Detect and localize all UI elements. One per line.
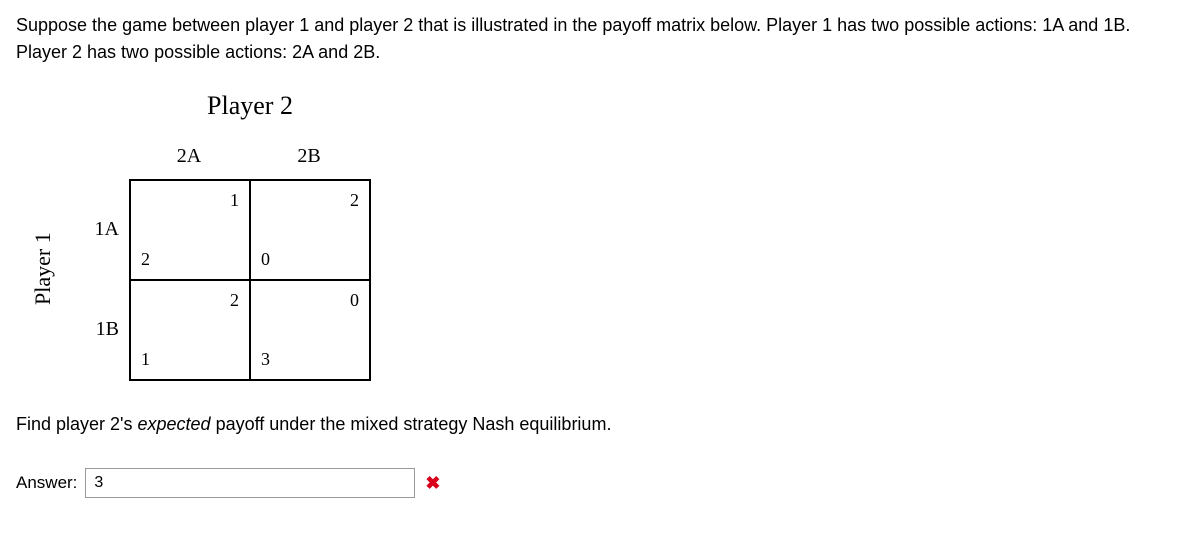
p1-payoff: 0 xyxy=(261,246,270,273)
p1-payoff: 1 xyxy=(141,346,150,373)
payoff-grid: 1 2 2 0 2 1 0 3 xyxy=(129,179,371,381)
p2-payoff: 0 xyxy=(350,287,359,314)
cell-1a-2a: 1 2 xyxy=(130,180,250,280)
cell-1b-2a: 2 1 xyxy=(130,280,250,380)
player2-axis-label: Player 2 xyxy=(69,86,371,125)
col-header-2b: 2B xyxy=(249,133,369,179)
answer-row: Answer: ✖ xyxy=(16,468,1184,498)
col-header-2a: 2A xyxy=(129,133,249,179)
cell-1a-2b: 2 0 xyxy=(250,180,370,280)
player1-axis-label: Player 1 xyxy=(26,169,59,369)
answer-input[interactable] xyxy=(85,468,415,498)
p1-payoff: 2 xyxy=(141,246,150,273)
answer-label: Answer: xyxy=(16,470,77,496)
cell-1b-2b: 0 3 xyxy=(250,280,370,380)
p2-payoff: 1 xyxy=(230,187,239,214)
question-text: Find player 2's expected payoff under th… xyxy=(16,411,1184,438)
question-prefix: Find player 2's xyxy=(16,414,138,434)
p1-payoff: 3 xyxy=(261,346,270,373)
row-header-1b: 1B xyxy=(69,279,129,379)
p2-payoff: 2 xyxy=(230,287,239,314)
payoff-matrix: Player 1 Player 2 2A 2B 1A 1B 1 2 2 0 xyxy=(26,86,1184,381)
row-header-1a: 1A xyxy=(69,179,129,279)
question-suffix: payoff under the mixed strategy Nash equ… xyxy=(211,414,612,434)
incorrect-icon: ✖ xyxy=(425,470,440,497)
p2-payoff: 2 xyxy=(350,187,359,214)
question-italic: expected xyxy=(138,414,211,434)
intro-text: Suppose the game between player 1 and pl… xyxy=(16,12,1184,66)
